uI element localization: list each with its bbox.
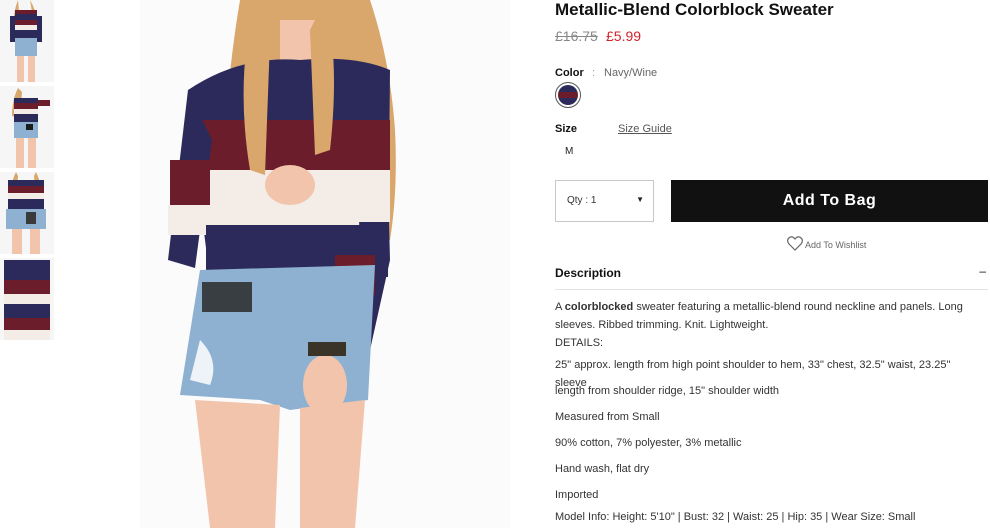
collapse-icon[interactable]: –: [979, 264, 986, 278]
thumbnail-2[interactable]: [0, 86, 54, 168]
size-label: Size: [555, 123, 578, 135]
origin: Imported: [555, 489, 599, 501]
divider: [555, 289, 988, 290]
measured-from: Measured from Small: [555, 411, 660, 423]
thumbnail-4[interactable]: [0, 258, 54, 340]
description-line-2: sleeves. Ribbed trimming. Knit. Lightwei…: [555, 319, 769, 331]
description-heading[interactable]: Description: [555, 266, 988, 280]
thumbnail-3[interactable]: [0, 172, 54, 254]
intro-bold: colorblocked: [564, 301, 634, 313]
sale-price: £5.99: [606, 28, 642, 44]
intro-rest: sweater featuring a metallic-blend round…: [633, 301, 963, 313]
measurements-line-2: length from shoulder ridge, 15" shoulder…: [555, 385, 780, 397]
thumbnail-1[interactable]: [0, 0, 54, 82]
main-product-image: [140, 0, 510, 528]
details-label: DETAILS:: [555, 337, 604, 349]
description-intro: A colorblocked sweater featuring a metal…: [555, 298, 975, 316]
color-value: Navy/Wine: [604, 67, 658, 79]
care-instructions: Hand wash, flat dry: [555, 463, 650, 475]
original-price: £16.75: [555, 28, 598, 44]
size-guide-link[interactable]: Size Guide: [618, 123, 672, 135]
color-separator: :: [592, 67, 596, 79]
wishlist-label: Add To Wishlist: [805, 240, 867, 250]
color-swatch-navy-wine[interactable]: [555, 82, 581, 108]
caret-down-icon: ▼: [636, 195, 644, 204]
intro-prefix: A: [555, 301, 565, 313]
composition: 90% cotton, 7% polyester, 3% metallic: [555, 437, 742, 449]
quantity-value: Qty : 1: [567, 195, 597, 206]
model-info: Model Info: Height: 5'10" | Bust: 32 | W…: [555, 511, 916, 523]
quantity-select[interactable]: Qty : 1 ▼: [555, 180, 654, 222]
product-title: Metallic-Blend Colorblock Sweater: [555, 0, 834, 19]
swatch-fill: [558, 85, 578, 105]
size-option-m[interactable]: M: [565, 146, 573, 157]
color-label: Color: [555, 67, 584, 79]
heart-icon: [787, 236, 803, 251]
add-to-bag-button[interactable]: Add To Bag: [671, 180, 988, 222]
